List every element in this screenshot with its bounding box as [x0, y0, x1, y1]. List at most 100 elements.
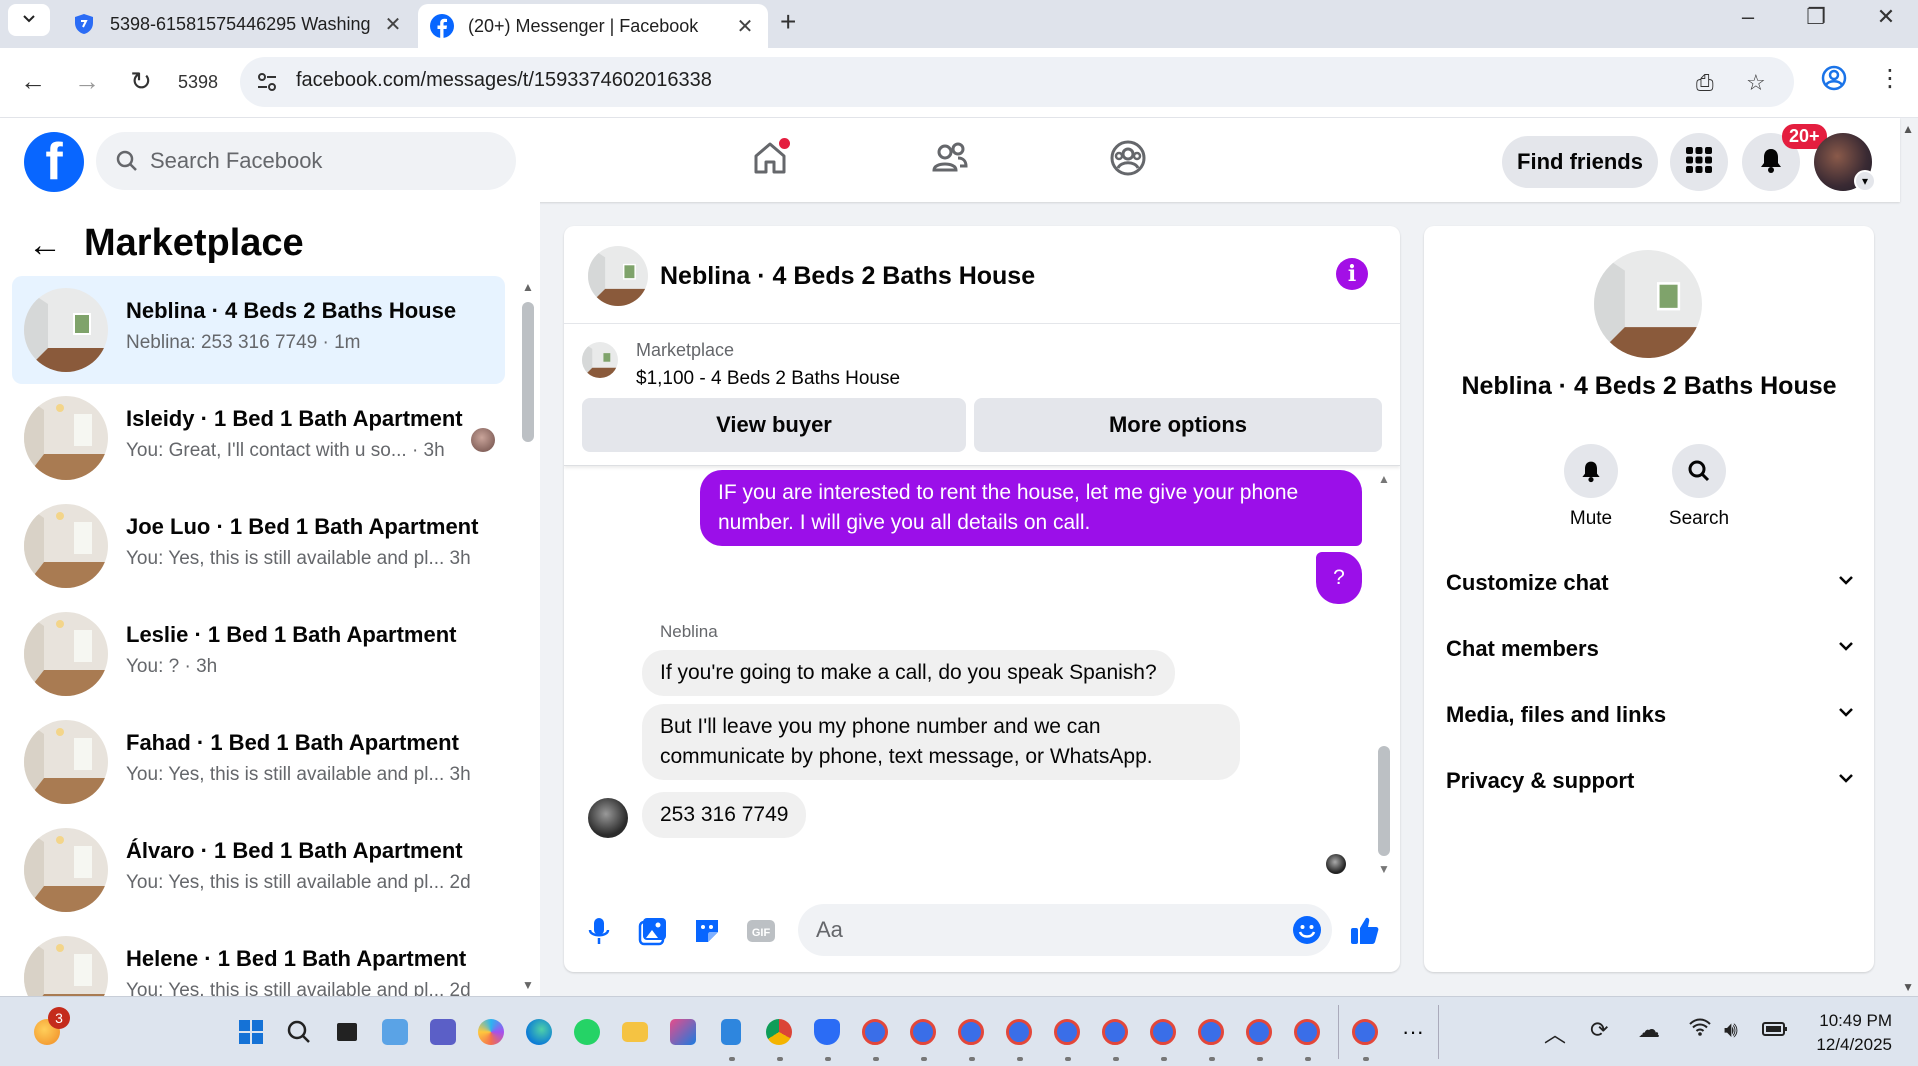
scroll-up-arrow[interactable]: ▲	[1378, 472, 1390, 486]
file-explorer-icon[interactable]	[618, 1015, 652, 1049]
home-nav[interactable]	[740, 130, 800, 190]
incoming-message[interactable]: But I'll leave you my phone number and w…	[642, 704, 1240, 780]
details-avatar[interactable]	[1594, 250, 1702, 358]
conversation-item[interactable]: Neblina · 4 Beds 2 Baths House Neblina: …	[12, 276, 505, 384]
battery-icon[interactable]	[1762, 1017, 1788, 1043]
outgoing-message[interactable]: ?	[1316, 552, 1362, 604]
photo-icon[interactable]	[636, 914, 670, 948]
browser-tab-2[interactable]: (20+) Messenger | Facebook ✕	[418, 4, 768, 48]
mute-button[interactable]: Mute	[1546, 444, 1636, 530]
media-files-links-section[interactable]: Media, files and links	[1446, 688, 1856, 742]
conversation-item[interactable]: Helene · 1 Bed 1 Bath Apartment You: Yes…	[12, 924, 505, 996]
back-arrow-icon[interactable]: ←	[28, 226, 62, 265]
more-options-button[interactable]: More options	[974, 398, 1382, 452]
profile-browser-icon[interactable]	[1348, 1015, 1382, 1049]
wifi-icon[interactable]	[1688, 1017, 1712, 1043]
browser-tab-1[interactable]: 5398-61581575446295 Washing ✕	[60, 4, 416, 44]
facebook-logo[interactable]: f	[24, 132, 84, 192]
close-tab-icon[interactable]: ✕	[382, 12, 404, 37]
profile-browser-icon[interactable]	[1050, 1015, 1084, 1049]
search-icon[interactable]	[282, 1015, 316, 1049]
conversation-item[interactable]: Álvaro · 1 Bed 1 Bath Apartment You: Yes…	[12, 816, 505, 924]
whatsapp-icon[interactable]	[570, 1015, 604, 1049]
incoming-message[interactable]: If you're going to make a call, do you s…	[642, 650, 1175, 696]
notepad-icon[interactable]	[714, 1015, 748, 1049]
teams-icon[interactable]	[426, 1015, 460, 1049]
gif-icon[interactable]: GIF	[744, 914, 778, 948]
vpn-shield-icon[interactable]	[810, 1015, 844, 1049]
facebook-search[interactable]	[96, 132, 516, 190]
chat-members-section[interactable]: Chat members	[1446, 622, 1856, 676]
cloud-off-icon[interactable]: ☁	[1638, 1017, 1660, 1043]
edge-icon[interactable]	[522, 1015, 556, 1049]
reload-icon[interactable]: ↻	[124, 66, 158, 97]
install-app-icon[interactable]: ⎙	[1696, 70, 1714, 96]
sync-icon[interactable]: ⟳	[1590, 1017, 1608, 1043]
page-scroll-up-arrow[interactable]: ▲	[1902, 122, 1914, 136]
scroll-down-arrow[interactable]: ▼	[1378, 862, 1390, 876]
customize-chat-section[interactable]: Customize chat	[1446, 556, 1856, 610]
privacy-support-section[interactable]: Privacy & support	[1446, 754, 1856, 808]
incoming-message[interactable]: 253 316 7749	[642, 792, 807, 838]
conversation-item[interactable]: Joe Luo · 1 Bed 1 Bath Apartment You: Ye…	[12, 492, 505, 600]
chevron-up-icon[interactable]: ︿	[1544, 1017, 1566, 1049]
browser-menu-icon[interactable]: ⋮	[1878, 64, 1902, 93]
volume-icon[interactable]: 🔊︎	[1724, 1017, 1738, 1043]
new-tab-button[interactable]: +	[780, 6, 796, 38]
listing-price[interactable]: $1,100 - 4 Beds 2 Baths House	[636, 368, 900, 390]
emoji-icon[interactable]	[1292, 915, 1322, 950]
groups-nav[interactable]	[1098, 130, 1158, 190]
microphone-icon[interactable]	[582, 914, 616, 948]
chat-avatar[interactable]	[588, 246, 648, 306]
message-input-box[interactable]	[798, 904, 1332, 956]
task-view-icon[interactable]	[330, 1015, 364, 1049]
search-in-chat-button[interactable]: Search	[1654, 444, 1744, 530]
restore-icon[interactable]: ❐	[1796, 4, 1836, 30]
sidebar-scrollbar[interactable]	[522, 302, 534, 442]
minimize-icon[interactable]: –	[1728, 4, 1768, 30]
chat-title[interactable]: Neblina · 4 Beds 2 Baths House	[660, 262, 1035, 291]
back-arrow-icon[interactable]: ←	[16, 66, 50, 97]
account-icon[interactable]	[1820, 64, 1848, 99]
close-tab-icon[interactable]: ✕	[734, 14, 756, 39]
snipping-tool-icon[interactable]	[666, 1015, 700, 1049]
like-thumb-icon[interactable]	[1348, 914, 1382, 948]
listing-thumbnail[interactable]	[582, 342, 618, 378]
profile-browser-icon[interactable]	[858, 1015, 892, 1049]
scroll-up-arrow[interactable]: ▲	[522, 280, 534, 294]
tab-search-button[interactable]	[8, 4, 50, 36]
site-settings-icon[interactable]	[254, 69, 280, 100]
address-bar[interactable]: facebook.com/messages/t/1593374602016338…	[240, 57, 1794, 107]
start-windows-icon[interactable]	[234, 1015, 268, 1049]
copilot-icon[interactable]	[474, 1015, 508, 1049]
message-input[interactable]	[816, 912, 1256, 948]
sticker-icon[interactable]	[690, 914, 724, 948]
forward-arrow-icon[interactable]: →	[70, 66, 104, 97]
page-scroll-down-arrow[interactable]: ▼	[1902, 980, 1914, 994]
sender-avatar[interactable]	[588, 798, 628, 838]
profile-browser-icon[interactable]	[1242, 1015, 1276, 1049]
conversation-item[interactable]: Leslie · 1 Bed 1 Bath Apartment You: ? ·…	[12, 600, 505, 708]
scroll-down-arrow[interactable]: ▼	[522, 978, 534, 992]
profile-browser-icon[interactable]	[954, 1015, 988, 1049]
conversation-item[interactable]: Fahad · 1 Bed 1 Bath Apartment You: Yes,…	[12, 708, 505, 816]
bookmark-star-icon[interactable]: ☆	[1746, 70, 1766, 96]
friends-nav[interactable]	[920, 130, 980, 190]
conversation-item[interactable]: Isleidy · 1 Bed 1 Bath Apartment You: Gr…	[12, 384, 505, 492]
more-apps-icon[interactable]: ···	[1396, 1015, 1430, 1049]
profile-browser-icon[interactable]	[1290, 1015, 1324, 1049]
close-window-icon[interactable]: ✕	[1866, 4, 1906, 30]
outgoing-message[interactable]: IF you are interested to rent the house,…	[700, 470, 1362, 546]
chrome-icon[interactable]	[762, 1015, 796, 1049]
chevron-down-icon[interactable]: ▾	[1854, 170, 1876, 192]
info-icon[interactable]: i	[1336, 258, 1368, 290]
view-buyer-button[interactable]: View buyer	[582, 398, 966, 452]
profile-browser-icon[interactable]	[1194, 1015, 1228, 1049]
profile-browser-icon[interactable]	[1098, 1015, 1132, 1049]
chat-scrollbar[interactable]	[1378, 746, 1390, 856]
profile-browser-icon[interactable]	[1002, 1015, 1036, 1049]
search-input[interactable]	[150, 142, 490, 180]
find-friends-button[interactable]: Find friends	[1502, 136, 1658, 188]
profile-browser-icon[interactable]	[1146, 1015, 1180, 1049]
system-clock[interactable]: 10:49 PM 12/4/2025	[1806, 1009, 1892, 1057]
